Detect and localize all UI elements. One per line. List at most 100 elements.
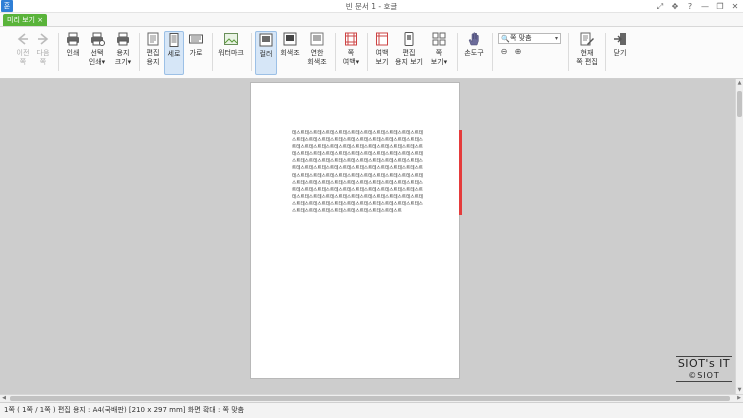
landscape-icon: [189, 34, 203, 44]
prev-page-button[interactable]: 이전 쪽: [14, 31, 32, 75]
margin-view-label: 여백 보기: [375, 49, 389, 66]
print-button[interactable]: 인쇄: [63, 31, 83, 75]
close-preview-button[interactable]: 닫기: [610, 31, 630, 75]
margin-view-icon: [376, 32, 388, 46]
scroll-left-icon[interactable]: ◀: [0, 395, 8, 402]
status-bar: 1쪽 ( 1쪽 / 1쪽 ) 편집 용지 : A4(국배판) [210 x 29…: [0, 402, 743, 418]
scroll-right-icon[interactable]: ▶: [735, 395, 743, 402]
watermark-logo: SIOT's IT ©SIOT: [674, 356, 734, 382]
tab-row: 미리 보기 ×: [0, 13, 743, 27]
separator: [212, 33, 213, 71]
current-page-edit-label: 현재 쪽 편집: [576, 49, 598, 66]
watermark-title: SIOT's IT: [677, 357, 731, 370]
portrait-icon: [169, 33, 179, 47]
separator: [605, 33, 606, 71]
document-text: 테스트테스트테스트테스트테스트테스트테스트테스트테스트테스트테 스트테스트테스트테…: [292, 130, 460, 215]
color-mode-button[interactable]: 컬러: [255, 31, 277, 75]
document-line: 트테스트테스트테스트테스트테스트테스트테스트테스트테스트테스트: [292, 166, 424, 172]
grayscale-button[interactable]: 회색조: [279, 31, 301, 75]
image-icon: [224, 33, 238, 45]
close-preview-label: 닫기: [613, 49, 627, 57]
edit-pencil-icon: [580, 32, 594, 46]
zoom-out-icon[interactable]: ⊖: [499, 47, 509, 57]
help-icon[interactable]: ?: [686, 2, 694, 11]
document-page[interactable]: 테스트테스트테스트테스트테스트테스트테스트테스트테스트테스트테 스트테스트테스트테…: [250, 82, 462, 379]
minimize-icon[interactable]: —: [701, 2, 709, 11]
next-page-label: 다음 쪽: [36, 49, 50, 66]
document-line: 테스트테스트테스트테스트테스트테스트테스트테스트테스트테스트테: [292, 131, 424, 136]
edit-paper-button[interactable]: 편집 용지: [143, 31, 163, 75]
separator: [251, 33, 252, 71]
prev-page-label: 이전 쪽: [16, 49, 30, 66]
print-label: 인쇄: [66, 49, 80, 57]
landscape-button[interactable]: 가로: [186, 31, 206, 75]
current-page-edit-button[interactable]: 현재 쪽 편집: [574, 31, 600, 75]
title-bar: 훈 빈 문서 1 - 호글 ⤢ ✥ ? — ❐ ✕: [0, 0, 743, 13]
separator: [457, 33, 458, 71]
page-view-button[interactable]: 쪽 보기▾: [428, 31, 450, 75]
preview-window: 훈 빈 문서 1 - 호글 ⤢ ✥ ? — ❐ ✕ 미리 보기 × 이전 쪽 다…: [0, 0, 743, 418]
watermark-subtitle: ©SIOT: [688, 371, 720, 380]
page-margin-button[interactable]: 쪽 여백▾: [340, 31, 362, 75]
vertical-scrollbar[interactable]: ▲ ▼: [735, 79, 743, 394]
grayscale-icon: [283, 32, 297, 46]
zoom-in-icon[interactable]: ⊕: [513, 47, 523, 57]
document-line: 스트테스트테스트테스트테스트테스트테스트테스트테스트테스트테스: [292, 159, 424, 165]
arrow-left-icon: [17, 33, 28, 45]
horizontal-scroll-thumb[interactable]: [10, 396, 730, 401]
horizontal-scrollbar[interactable]: ◀ ▶: [0, 394, 743, 402]
printer-icon: [67, 32, 79, 46]
margin-icon: [345, 32, 357, 46]
margin-view-button[interactable]: 여백 보기: [371, 31, 393, 75]
document-line: 트테스트테스트테스트테스트테스트테스트테스트테스트테스트테스트: [292, 187, 424, 193]
portrait-button[interactable]: 세로: [164, 31, 184, 75]
select-print-label: 선택 인쇄▾: [88, 49, 106, 66]
printer-paper-icon: [117, 32, 129, 46]
edit-paper-label: 편집 용지: [146, 49, 160, 66]
select-print-button[interactable]: 선택 인쇄▾: [86, 31, 108, 75]
scroll-up-icon[interactable]: ▲: [736, 79, 743, 87]
restore-icon[interactable]: ❐: [716, 2, 724, 11]
ribbon-toolbar: 이전 쪽 다음 쪽 인쇄 선택 인쇄▾ 용지 크기▾ 편집 용지 세로 가로 워…: [0, 27, 743, 79]
document-line: 스트테스트테스트테스트테스트테스트테스트테스트테스트테스트테스: [292, 180, 424, 186]
hand-tool-label: 손도구: [464, 49, 484, 57]
light-grayscale-button[interactable]: 연한 회색조: [304, 31, 330, 75]
margin-marker: [459, 130, 462, 215]
divider: [676, 381, 732, 382]
document-line: 트테스트테스트테스트테스트테스트테스트테스트테스트테스트테스트: [292, 145, 424, 151]
next-page-button[interactable]: 다음 쪽: [34, 31, 52, 75]
scroll-down-icon[interactable]: ▼: [736, 386, 743, 394]
page-view-label: 쪽 보기▾: [430, 49, 448, 66]
separator: [58, 33, 59, 71]
grayscale-label: 회색조: [280, 49, 300, 57]
page-margin-label: 쪽 여백▾: [342, 49, 360, 66]
hand-tool-button[interactable]: 손도구: [462, 31, 486, 75]
zoom-select-value: 쪽 맞춤: [510, 34, 532, 42]
zoom-select[interactable]: 🔍 쪽 맞춤 ▾: [498, 33, 561, 44]
watermark-button[interactable]: 워터마크: [217, 31, 245, 75]
portrait-label: 세로: [167, 50, 181, 58]
exit-door-icon: [614, 33, 626, 45]
separator: [568, 33, 569, 71]
fullscreen-icon[interactable]: ⤢: [656, 2, 664, 12]
paper-size-button[interactable]: 용지 크기▾: [112, 31, 134, 75]
document-icon: [147, 32, 159, 46]
color-monitor-icon: [259, 33, 273, 47]
move-icon[interactable]: ✥: [671, 2, 679, 11]
separator: [367, 33, 368, 71]
multi-page-icon: [432, 32, 446, 46]
arrow-right-icon: [38, 33, 49, 45]
document-line: 스트테스트테스트테스트테스트테스트테스트테스트테스트테스트테스: [292, 201, 424, 207]
separator: [139, 33, 140, 71]
tab-preview[interactable]: 미리 보기 ×: [3, 14, 48, 26]
window-title: 빈 문서 1 - 호글: [345, 2, 398, 11]
color-mode-label: 컬러: [259, 50, 273, 58]
vertical-scroll-thumb[interactable]: [737, 91, 742, 117]
close-window-icon[interactable]: ✕: [731, 2, 739, 11]
document-line: 테스트테스트테스트테스트테스트테스트테스트테스트테스트테스트테: [292, 152, 424, 158]
document-line: 스트테스트테스트테스트테스트테스트테스트테스트테스트: [292, 209, 402, 215]
light-grayscale-label: 연한 회색조: [307, 49, 327, 66]
preview-workspace[interactable]: 테스트테스트테스트테스트테스트테스트테스트테스트테스트테스트테 스트테스트테스트테…: [0, 79, 743, 394]
edit-paper-view-button[interactable]: 편집 용지 보기: [394, 31, 424, 75]
paper-view-icon: [404, 32, 414, 46]
